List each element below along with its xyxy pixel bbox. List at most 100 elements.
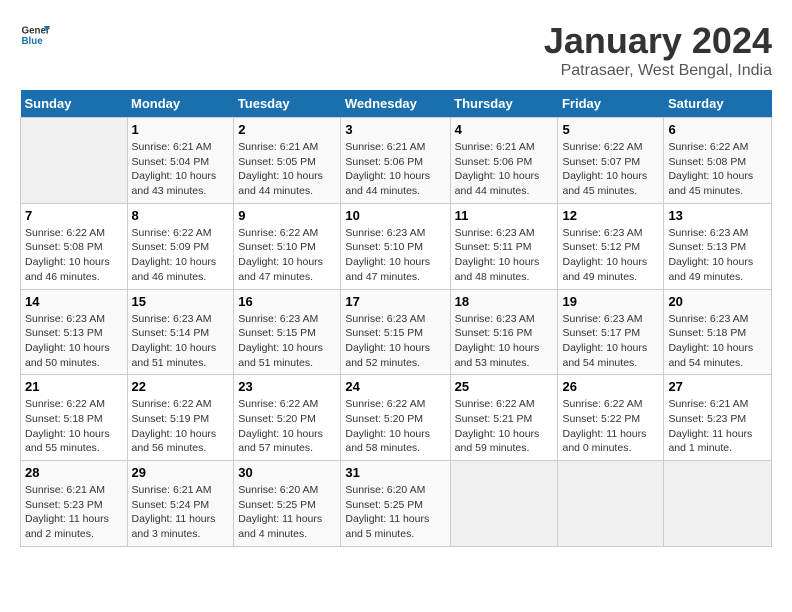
day-number: 13	[668, 208, 767, 223]
day-number: 18	[455, 294, 554, 309]
day-info: Sunrise: 6:21 AM Sunset: 5:06 PM Dayligh…	[455, 140, 554, 199]
calendar-week-row: 21 Sunrise: 6:22 AM Sunset: 5:18 PM Dayli…	[21, 375, 772, 461]
table-row: 2Sunrise: 6:21 AM Sunset: 5:05 PM Daylig…	[234, 118, 341, 204]
day-number: 21	[25, 379, 123, 394]
day-info: Sunrise: 6:23 AM Sunset: 5:14 PM Dayligh…	[132, 312, 230, 371]
day-number: 3	[345, 122, 445, 137]
day-info: Sunrise: 6:22 AM Sunset: 5:09 PM Dayligh…	[132, 226, 230, 285]
svg-text:Blue: Blue	[22, 36, 44, 47]
calendar-week-row: 7 Sunrise: 6:22 AM Sunset: 5:08 PM Daylig…	[21, 203, 772, 289]
day-number: 16	[238, 294, 336, 309]
table-row: 12 Sunrise: 6:23 AM Sunset: 5:12 PM Dayli…	[558, 203, 664, 289]
day-number: 23	[238, 379, 336, 394]
table-row	[664, 461, 772, 547]
day-info: Sunrise: 6:22 AM Sunset: 5:08 PM Dayligh…	[25, 226, 123, 285]
day-number: 20	[668, 294, 767, 309]
table-row: 8Sunrise: 6:22 AM Sunset: 5:09 PM Daylig…	[127, 203, 234, 289]
title-section: January 2024 Patrasaer, West Bengal, Ind…	[544, 20, 772, 80]
table-row: 24 Sunrise: 6:22 AM Sunset: 5:20 PM Dayli…	[341, 375, 450, 461]
table-row: 25Sunrise: 6:22 AM Sunset: 5:21 PM Dayli…	[450, 375, 558, 461]
header-wednesday: Wednesday	[341, 90, 450, 118]
day-number: 14	[25, 294, 123, 309]
header-saturday: Saturday	[664, 90, 772, 118]
table-row: 4 Sunrise: 6:21 AM Sunset: 5:06 PM Daylig…	[450, 118, 558, 204]
day-number: 26	[562, 379, 659, 394]
day-info: Sunrise: 6:22 AM Sunset: 5:20 PM Dayligh…	[345, 397, 445, 456]
table-row: 19 Sunrise: 6:23 AM Sunset: 5:17 PM Dayli…	[558, 289, 664, 375]
day-info: Sunrise: 6:23 AM Sunset: 5:12 PM Dayligh…	[562, 226, 659, 285]
table-row: 13 Sunrise: 6:23 AM Sunset: 5:13 PM Dayli…	[664, 203, 772, 289]
day-info: Sunrise: 6:22 AM Sunset: 5:07 PM Dayligh…	[562, 140, 659, 199]
day-info: Sunrise: 6:21 AM Sunset: 5:04 PM Dayligh…	[132, 140, 230, 199]
day-info: Sunrise: 6:23 AM Sunset: 5:16 PM Dayligh…	[455, 312, 554, 371]
day-info: Sunrise: 6:20 AM Sunset: 5:25 PM Dayligh…	[238, 483, 336, 542]
table-row: 30Sunrise: 6:20 AM Sunset: 5:25 PM Dayli…	[234, 461, 341, 547]
day-info: Sunrise: 6:22 AM Sunset: 5:10 PM Dayligh…	[238, 226, 336, 285]
day-number: 17	[345, 294, 445, 309]
main-title: January 2024	[544, 20, 772, 62]
table-row: 31 Sunrise: 6:20 AM Sunset: 5:25 PM Dayli…	[341, 461, 450, 547]
day-info: Sunrise: 6:21 AM Sunset: 5:24 PM Dayligh…	[132, 483, 230, 542]
day-info: Sunrise: 6:20 AM Sunset: 5:25 PM Dayligh…	[345, 483, 445, 542]
day-info: Sunrise: 6:23 AM Sunset: 5:10 PM Dayligh…	[345, 226, 445, 285]
table-row: 6 Sunrise: 6:22 AM Sunset: 5:08 PM Daylig…	[664, 118, 772, 204]
table-row: 11Sunrise: 6:23 AM Sunset: 5:11 PM Dayli…	[450, 203, 558, 289]
day-number: 24	[345, 379, 445, 394]
day-number: 29	[132, 465, 230, 480]
header-friday: Friday	[558, 90, 664, 118]
calendar-week-row: 28 Sunrise: 6:21 AM Sunset: 5:23 PM Dayli…	[21, 461, 772, 547]
day-number: 15	[132, 294, 230, 309]
table-row: 18 Sunrise: 6:23 AM Sunset: 5:16 PM Dayli…	[450, 289, 558, 375]
table-row: 29 Sunrise: 6:21 AM Sunset: 5:24 PM Dayli…	[127, 461, 234, 547]
day-number: 7	[25, 208, 123, 223]
day-info: Sunrise: 6:23 AM Sunset: 5:15 PM Dayligh…	[238, 312, 336, 371]
day-info: Sunrise: 6:23 AM Sunset: 5:15 PM Dayligh…	[345, 312, 445, 371]
day-info: Sunrise: 6:23 AM Sunset: 5:13 PM Dayligh…	[25, 312, 123, 371]
table-row: 28 Sunrise: 6:21 AM Sunset: 5:23 PM Dayli…	[21, 461, 128, 547]
day-number: 19	[562, 294, 659, 309]
table-row: 27 Sunrise: 6:21 AM Sunset: 5:23 PM Dayli…	[664, 375, 772, 461]
day-info: Sunrise: 6:22 AM Sunset: 5:19 PM Dayligh…	[132, 397, 230, 456]
day-info: Sunrise: 6:23 AM Sunset: 5:13 PM Dayligh…	[668, 226, 767, 285]
day-number: 6	[668, 122, 767, 137]
table-row: 15 Sunrise: 6:23 AM Sunset: 5:14 PM Dayli…	[127, 289, 234, 375]
table-row: 14 Sunrise: 6:23 AM Sunset: 5:13 PM Dayli…	[21, 289, 128, 375]
day-info: Sunrise: 6:22 AM Sunset: 5:18 PM Dayligh…	[25, 397, 123, 456]
day-info: Sunrise: 6:22 AM Sunset: 5:22 PM Dayligh…	[562, 397, 659, 456]
header-thursday: Thursday	[450, 90, 558, 118]
day-info: Sunrise: 6:23 AM Sunset: 5:17 PM Dayligh…	[562, 312, 659, 371]
day-number: 22	[132, 379, 230, 394]
calendar-week-row: 1Sunrise: 6:21 AM Sunset: 5:04 PM Daylig…	[21, 118, 772, 204]
day-info: Sunrise: 6:21 AM Sunset: 5:06 PM Dayligh…	[345, 140, 445, 199]
table-row: 26 Sunrise: 6:22 AM Sunset: 5:22 PM Dayli…	[558, 375, 664, 461]
day-info: Sunrise: 6:22 AM Sunset: 5:08 PM Dayligh…	[668, 140, 767, 199]
table-row: 5 Sunrise: 6:22 AM Sunset: 5:07 PM Daylig…	[558, 118, 664, 204]
header-row: Sunday Monday Tuesday Wednesday Thursday…	[21, 90, 772, 118]
day-number: 31	[345, 465, 445, 480]
day-info: Sunrise: 6:21 AM Sunset: 5:23 PM Dayligh…	[25, 483, 123, 542]
table-row: 9 Sunrise: 6:22 AM Sunset: 5:10 PM Daylig…	[234, 203, 341, 289]
day-info: Sunrise: 6:23 AM Sunset: 5:11 PM Dayligh…	[455, 226, 554, 285]
day-info: Sunrise: 6:23 AM Sunset: 5:18 PM Dayligh…	[668, 312, 767, 371]
day-number: 5	[562, 122, 659, 137]
header-sunday: Sunday	[21, 90, 128, 118]
day-number: 9	[238, 208, 336, 223]
page-header: General Blue January 2024 Patrasaer, Wes…	[20, 20, 772, 80]
day-number: 28	[25, 465, 123, 480]
logo: General Blue	[20, 20, 50, 50]
day-number: 12	[562, 208, 659, 223]
table-row: 3 Sunrise: 6:21 AM Sunset: 5:06 PM Daylig…	[341, 118, 450, 204]
table-row: 22 Sunrise: 6:22 AM Sunset: 5:19 PM Dayli…	[127, 375, 234, 461]
day-number: 10	[345, 208, 445, 223]
table-row: 16 Sunrise: 6:23 AM Sunset: 5:15 PM Dayli…	[234, 289, 341, 375]
table-row	[558, 461, 664, 547]
day-number: 27	[668, 379, 767, 394]
day-info: Sunrise: 6:22 AM Sunset: 5:20 PM Dayligh…	[238, 397, 336, 456]
day-info: Sunrise: 6:21 AM Sunset: 5:23 PM Dayligh…	[668, 397, 767, 456]
header-monday: Monday	[127, 90, 234, 118]
calendar-week-row: 14 Sunrise: 6:23 AM Sunset: 5:13 PM Dayli…	[21, 289, 772, 375]
day-number: 4	[455, 122, 554, 137]
header-tuesday: Tuesday	[234, 90, 341, 118]
day-number: 2	[238, 122, 336, 137]
table-row: 17 Sunrise: 6:23 AM Sunset: 5:15 PM Dayli…	[341, 289, 450, 375]
